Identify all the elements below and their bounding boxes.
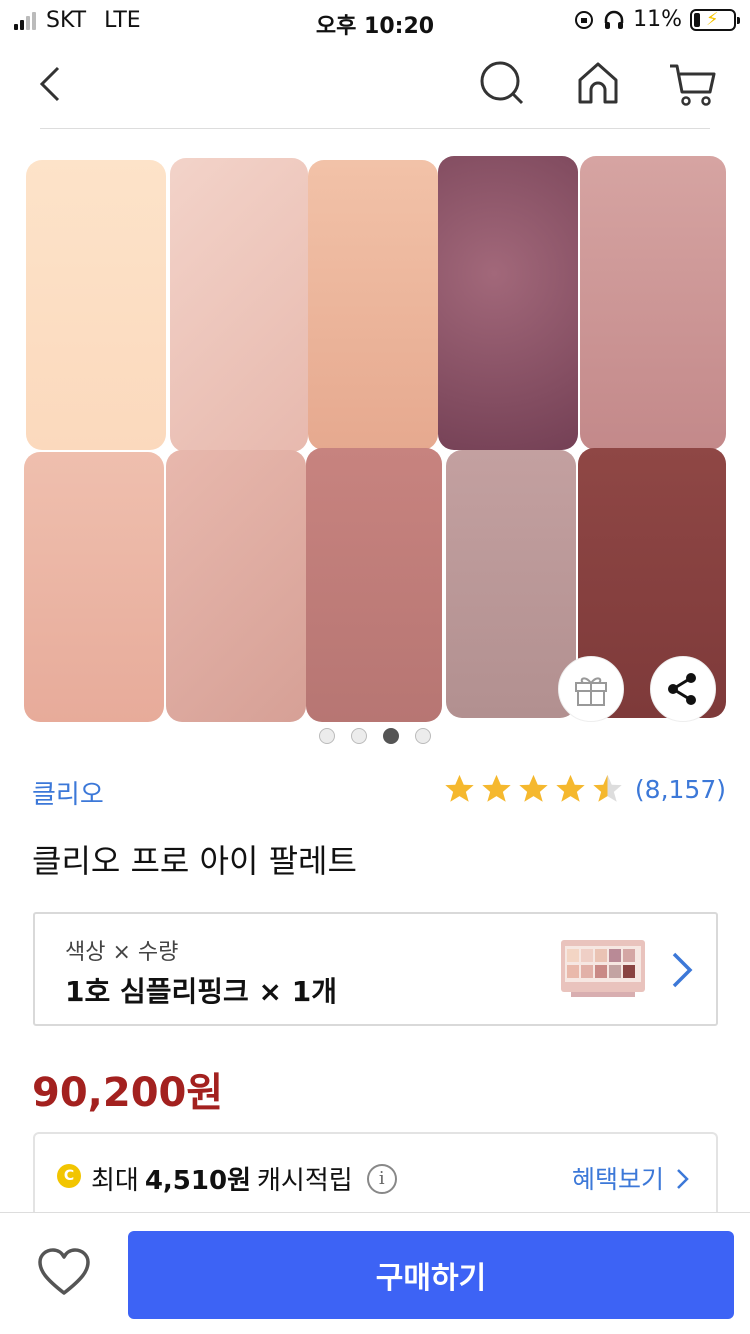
search-icon[interactable]	[472, 54, 532, 114]
review-count[interactable]: (8,157)	[635, 775, 726, 804]
price: 90,200원	[32, 1070, 224, 1116]
swatch	[438, 156, 578, 450]
orientation-lock-icon	[575, 10, 594, 29]
option-value: 1호 심플리핑크 × 1개	[65, 975, 337, 1008]
home-icon[interactable]	[568, 54, 628, 114]
pagination-dot[interactable]	[351, 728, 367, 744]
cash-prefix: 최대	[91, 1166, 139, 1196]
star-icon	[482, 774, 511, 802]
pagination-dot-active[interactable]	[383, 728, 399, 744]
option-thumbnail	[561, 940, 645, 997]
cash-amount: 4,510원	[144, 1166, 252, 1196]
star-icon	[445, 774, 474, 802]
chevron-right-icon	[672, 952, 693, 988]
pagination-dot[interactable]	[415, 728, 431, 744]
info-icon[interactable]: i	[366, 1163, 397, 1194]
share-icon	[668, 673, 696, 705]
status-bar: SKT LTE 오후 10:20 11% ⚡	[0, 0, 750, 42]
star-half-icon	[593, 774, 622, 802]
swatch	[24, 452, 164, 722]
top-nav	[0, 42, 750, 128]
headphones-icon	[604, 10, 624, 29]
heart-icon[interactable]	[36, 1247, 92, 1299]
swatch	[446, 450, 576, 718]
product-title: 클리오 프로 아이 팔레트	[32, 842, 357, 880]
share-button[interactable]	[650, 656, 716, 722]
swatch	[26, 160, 166, 450]
rating[interactable]: (8,157)	[442, 772, 726, 806]
swatch	[306, 448, 442, 722]
nav-divider	[40, 128, 710, 129]
swatch	[166, 450, 306, 722]
star-icon	[519, 774, 548, 802]
battery-icon: ⚡	[690, 8, 740, 31]
swatch	[580, 156, 726, 450]
buy-button[interactable]: 구매하기	[128, 1231, 734, 1319]
product-image-gallery[interactable]	[0, 130, 750, 754]
benefit-link-label: 혜택보기	[572, 1165, 665, 1194]
gift-button[interactable]	[558, 656, 624, 722]
swatch	[308, 160, 438, 450]
bottom-action-bar: 구매하기	[0, 1212, 750, 1334]
cash-coin-icon: C	[57, 1164, 81, 1188]
cash-suffix: 캐시적립	[257, 1166, 353, 1196]
battery-percent: 11%	[633, 7, 682, 32]
option-selector[interactable]: 색상 × 수량 1호 심플리핑크 × 1개	[33, 912, 718, 1026]
cash-reward-text: 최대 4,510원 캐시적립 i	[91, 1160, 397, 1197]
option-label: 색상 × 수량	[65, 940, 179, 965]
benefit-link[interactable]: 혜택보기	[572, 1160, 690, 1196]
gallery-pagination	[0, 728, 750, 744]
star-icon	[556, 774, 585, 802]
pagination-dot[interactable]	[319, 728, 335, 744]
chevron-right-icon	[677, 1169, 689, 1189]
swatch	[170, 158, 308, 452]
brand-link[interactable]: 클리오	[32, 774, 104, 811]
chevron-left-icon[interactable]	[22, 54, 82, 114]
gift-icon	[575, 677, 607, 706]
cart-icon[interactable]	[664, 54, 724, 114]
